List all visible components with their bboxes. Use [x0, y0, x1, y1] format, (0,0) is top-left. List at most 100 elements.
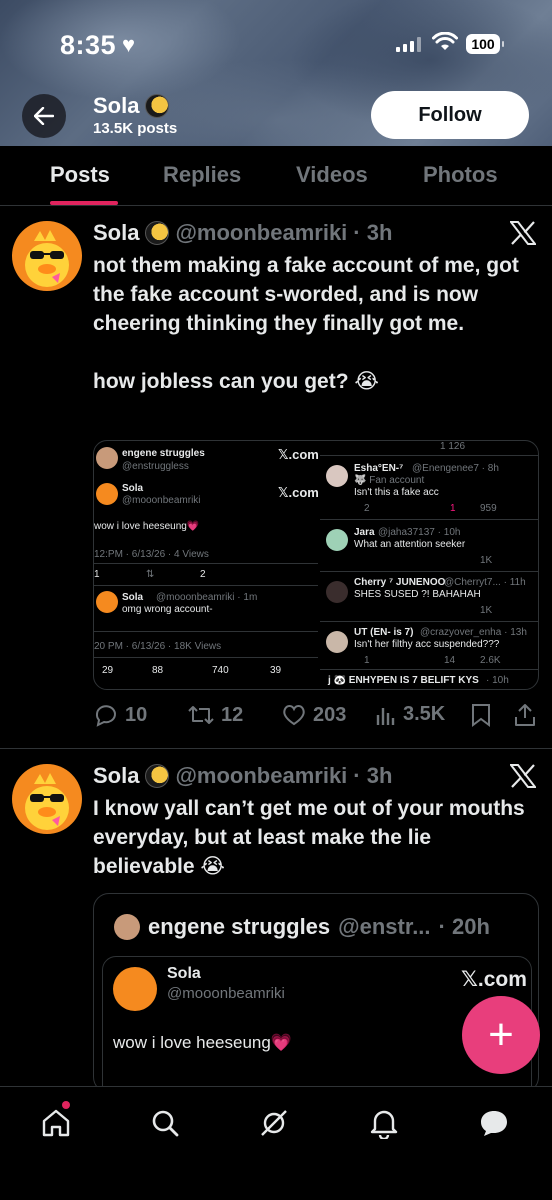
post-media-image[interactable]: engene struggles @enstruggless 𝕏.com Sol…: [93, 440, 539, 690]
repost-count: 12: [221, 703, 244, 726]
heart-icon: ♥: [122, 32, 136, 57]
x-logo-icon[interactable]: [510, 221, 536, 245]
media-text: 740: [212, 665, 229, 676]
moon-emoji-icon: [145, 221, 170, 245]
tab-posts[interactable]: Posts: [50, 162, 110, 188]
author-handle[interactable]: @moonbeamriki: [175, 220, 347, 246]
duck-avatar-image: [25, 230, 69, 287]
quoted-inner-text: wow i love heeseung💗: [113, 1033, 292, 1052]
like-count: 203: [313, 703, 347, 726]
reply-button[interactable]: 10: [93, 703, 147, 727]
avatar: [96, 483, 118, 505]
bookmark-icon: [472, 704, 490, 727]
media-text: wow i love heeseung💗: [94, 521, 200, 532]
home-icon: [42, 1109, 70, 1137]
nav-home[interactable]: [36, 1103, 76, 1143]
x-logo-icon[interactable]: [510, 764, 536, 788]
profile-name: Sola: [93, 93, 170, 119]
nav-grok[interactable]: [254, 1103, 294, 1143]
active-tab-indicator: [50, 201, 118, 205]
tab-videos[interactable]: Videos: [296, 162, 368, 188]
nav-messages[interactable]: [474, 1103, 514, 1143]
media-text: Esha°EN-⁷: [354, 463, 404, 474]
like-button[interactable]: 203: [281, 703, 346, 727]
author-handle[interactable]: @moonbeamriki: [175, 763, 347, 789]
media-text: engene struggles: [122, 448, 205, 459]
avatar[interactable]: [12, 764, 82, 834]
media-text: 1K: [480, 555, 493, 566]
post-header: Sola @moonbeamriki · 3h: [93, 763, 392, 789]
divider: [94, 585, 318, 586]
media-text: Isn't this a fake acc: [354, 487, 439, 498]
media-text: 1K: [480, 605, 493, 616]
media-text: What an attention seeker: [354, 539, 466, 550]
battery-indicator: 100: [466, 34, 504, 54]
divider: [320, 455, 538, 456]
media-text: @Enengenee7 · 8h: [412, 463, 499, 474]
divider: [94, 631, 318, 632]
compose-post-button[interactable]: +: [462, 996, 540, 1074]
views-button[interactable]: 3.5K: [375, 703, 445, 726]
author-name[interactable]: Sola: [93, 220, 139, 246]
media-text: Sola: [122, 483, 144, 494]
reply-icon: [95, 705, 116, 727]
media-text: Jara: [354, 527, 375, 538]
media-text: 1: [450, 503, 456, 514]
nav-search[interactable]: [145, 1103, 185, 1143]
avatar: [96, 447, 118, 469]
notification-dot: [62, 1101, 70, 1109]
grok-icon: [261, 1110, 287, 1136]
posts-count: 13.5K posts: [93, 120, 178, 137]
media-text: SHES SUSED ?! BAHAHAH: [354, 589, 481, 600]
media-text: 🐺 Fan account: [354, 475, 425, 486]
wifi-icon: [432, 32, 458, 50]
follow-button[interactable]: Follow: [371, 91, 529, 139]
avatar[interactable]: [12, 221, 82, 291]
avatar: [326, 465, 348, 487]
share-icon: [515, 704, 535, 726]
divider: [320, 621, 538, 622]
divider: [320, 519, 538, 520]
moon-emoji-icon: [145, 764, 170, 788]
media-text: @mooonbeamriki: [122, 495, 201, 506]
avatar: [96, 591, 118, 613]
media-text: ⇅: [146, 569, 155, 580]
media-text: Cherry ⁷ JUNENOO: [354, 577, 446, 588]
tab-replies[interactable]: Replies: [163, 162, 241, 188]
avatar: [114, 914, 140, 940]
quoted-author-name: engene struggles: [148, 914, 331, 939]
media-text: @enstruggless: [122, 461, 189, 472]
divider: [320, 669, 538, 670]
moon-emoji-icon: [145, 94, 170, 118]
media-left-panel: engene struggles @enstruggless 𝕏.com Sol…: [94, 441, 319, 689]
cellular-signal-icon: [396, 36, 421, 52]
media-text: @Cherryt7... · 11h: [444, 577, 526, 588]
media-text: 2.6K: [480, 655, 501, 666]
back-button[interactable]: [22, 94, 66, 138]
media-text: j 🐼 ENHYPEN IS 7 BELIFT KYS: [328, 675, 479, 686]
media-text: omg wrong account-: [122, 604, 213, 615]
media-text: 2: [364, 503, 370, 514]
media-text: 39: [270, 665, 282, 676]
nav-notifications[interactable]: [364, 1103, 404, 1143]
media-text: 1: [94, 569, 100, 580]
quoted-inner-name: Sola: [167, 965, 201, 982]
media-text: UT (EN- is 7): [354, 627, 414, 638]
avatar: [326, 631, 348, 653]
divider: [94, 563, 318, 564]
quoted-post-card[interactable]: engene struggles @enstr... · 20h Sola @m…: [93, 893, 539, 1093]
author-name[interactable]: Sola: [93, 763, 139, 789]
post-header: Sola @moonbeamriki · 3h: [93, 220, 392, 246]
bookmark-button[interactable]: [471, 703, 491, 727]
post-time: · 3h: [353, 763, 393, 788]
post-item[interactable]: Sola @moonbeamriki · 3h not them making …: [0, 207, 552, 749]
profile-header-banner: 8:35 ♥ 100 Sola 13.5K posts Follow: [0, 0, 552, 146]
share-button[interactable]: [513, 703, 537, 727]
chat-bubble-icon: [481, 1111, 507, 1136]
media-text: Sola: [122, 592, 144, 603]
tab-photos[interactable]: Photos: [423, 162, 498, 188]
quoted-inner-handle: @mooonbeamriki: [167, 985, 285, 1002]
media-text: 29: [102, 665, 114, 676]
repost-button[interactable]: 12: [187, 703, 243, 727]
plus-icon: +: [488, 1010, 514, 1059]
